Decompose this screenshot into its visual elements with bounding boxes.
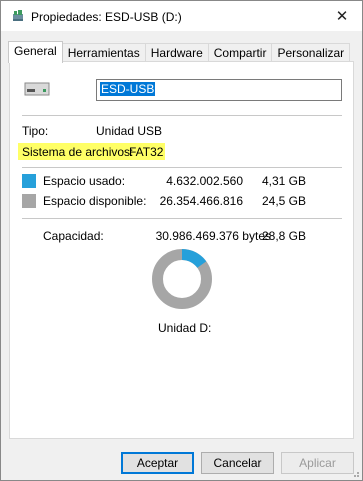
tab-compartir[interactable]: Compartir [207,43,273,62]
apply-button[interactable]: Aplicar [281,452,354,474]
ok-button[interactable]: Aceptar [121,452,194,474]
drive-icon [24,82,50,96]
used-space-size: 4,31 GB [261,174,306,188]
free-space-label: Espacio disponible: [43,194,147,208]
title-bar[interactable]: Propiedades: ESD-USB (D:) ✕ [1,1,362,31]
free-space-size: 24,5 GB [261,194,306,208]
capacity-size: 28,8 GB [261,229,306,243]
close-button[interactable]: ✕ [322,1,362,31]
capacity-bytes: 30.986.469.376 bytes [155,229,271,243]
cancel-button[interactable]: Cancelar [201,452,274,474]
properties-window: Propiedades: ESD-USB (D:) ✕ General Herr… [0,0,363,481]
tab-strip: General Herramientas Hardware Compartir … [8,41,351,63]
tab-herramientas[interactable]: Herramientas [61,43,146,62]
volume-name-text: ESD-USB [100,82,156,96]
filesystem-label: Sistema de archivos: [22,145,134,159]
usage-donut-chart [152,249,212,309]
volume-name-input[interactable]: ESD-USB [96,79,342,101]
separator [22,167,342,168]
free-space-bytes: 26.354.466.816 [159,194,243,208]
type-value: Unidad USB [96,124,163,138]
resize-grip-icon[interactable] [350,468,360,478]
capacity-label: Capacidad: [43,229,104,243]
filesystem-value: FAT32 [129,145,164,159]
tab-general[interactable]: General [8,41,63,63]
separator [22,218,342,219]
tab-personalizar[interactable]: Personalizar [271,43,351,62]
drive-letter-label: Unidad D: [158,321,212,335]
used-space-bytes: 4.632.002.560 [166,174,243,188]
separator [22,115,342,116]
close-icon: ✕ [335,8,349,25]
tab-hardware[interactable]: Hardware [144,43,209,62]
window-title: Propiedades: ESD-USB (D:) [31,10,182,24]
type-label: Tipo: [22,124,49,138]
used-space-label: Espacio usado: [43,174,126,188]
usb-drive-icon [13,10,23,21]
used-space-swatch [22,174,36,188]
free-space-swatch [22,194,36,208]
